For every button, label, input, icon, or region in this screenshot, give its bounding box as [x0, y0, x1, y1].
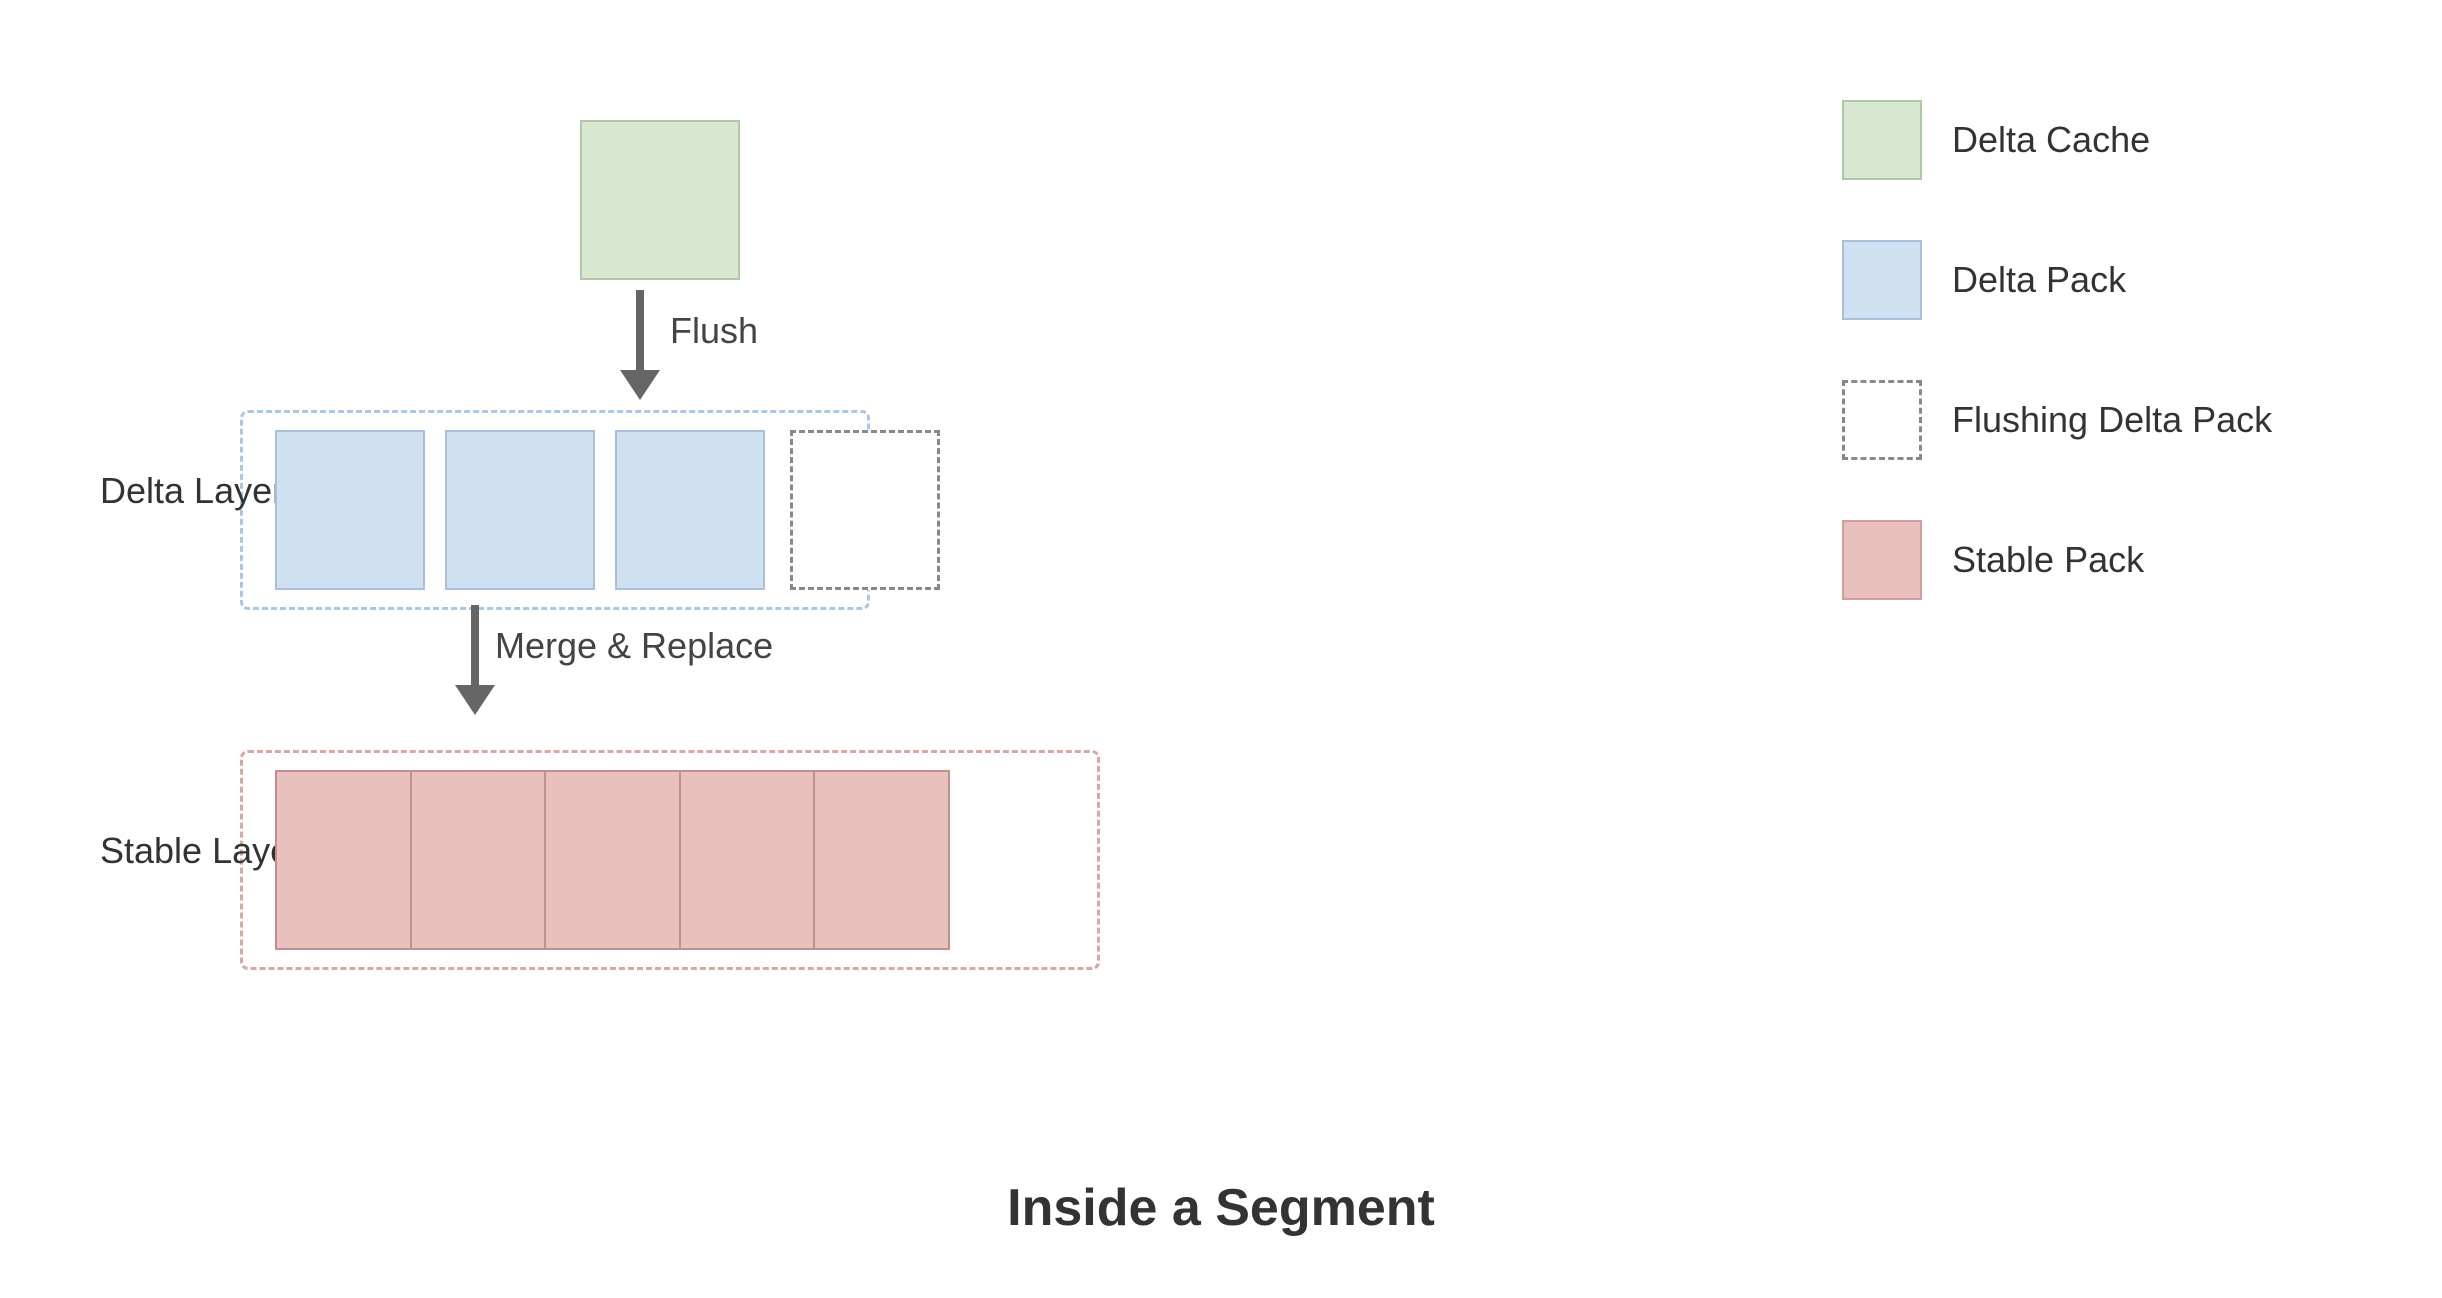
merge-replace-label: Merge & Replace	[495, 625, 773, 667]
legend-item-stable-pack: Stable Pack	[1842, 520, 2362, 600]
merge-replace-arrow	[455, 605, 495, 715]
legend-area: Delta Cache Delta Pack Flushing Delta Pa…	[1842, 100, 2362, 660]
legend-delta-pack-icon	[1842, 240, 1922, 320]
legend-item-delta-pack: Delta Pack	[1842, 240, 2362, 320]
delta-cache-box	[580, 120, 740, 280]
page-title: Inside a Segment	[1007, 1178, 1435, 1238]
legend-flushing-label: Flushing Delta Pack	[1952, 399, 2272, 441]
stable-pack-4	[681, 772, 816, 948]
delta-pack-box-2	[445, 430, 595, 590]
diagram-container: Flush Delta Layer Merge & Replace Stable…	[0, 0, 2442, 1298]
stable-layer-label: Stable Layer	[100, 830, 302, 872]
legend-item-delta-cache: Delta Cache	[1842, 100, 2362, 180]
legend-stable-pack-icon	[1842, 520, 1922, 600]
stable-pack-1	[277, 772, 412, 948]
flush-arrow-head	[620, 370, 660, 400]
flushing-delta-pack-box	[790, 430, 940, 590]
merge-arrow-shaft	[471, 605, 479, 685]
main-area: Flush Delta Layer Merge & Replace Stable…	[100, 80, 1500, 1180]
stable-pack-3	[546, 772, 681, 948]
legend-stable-pack-label: Stable Pack	[1952, 539, 2144, 581]
legend-delta-cache-label: Delta Cache	[1952, 119, 2150, 161]
flush-arrow	[620, 290, 660, 400]
delta-layer-label: Delta Layer	[100, 470, 284, 512]
legend-item-flushing: Flushing Delta Pack	[1842, 380, 2362, 460]
stable-pack-2	[412, 772, 547, 948]
legend-delta-cache-icon	[1842, 100, 1922, 180]
delta-pack-box-1	[275, 430, 425, 590]
stable-pack-5	[815, 772, 948, 948]
flush-label: Flush	[670, 310, 758, 352]
delta-pack-box-3	[615, 430, 765, 590]
legend-delta-pack-label: Delta Pack	[1952, 259, 2126, 301]
flush-arrow-shaft	[636, 290, 644, 370]
stable-packs-wrapper	[275, 770, 950, 950]
legend-flushing-icon	[1842, 380, 1922, 460]
merge-arrow-head	[455, 685, 495, 715]
